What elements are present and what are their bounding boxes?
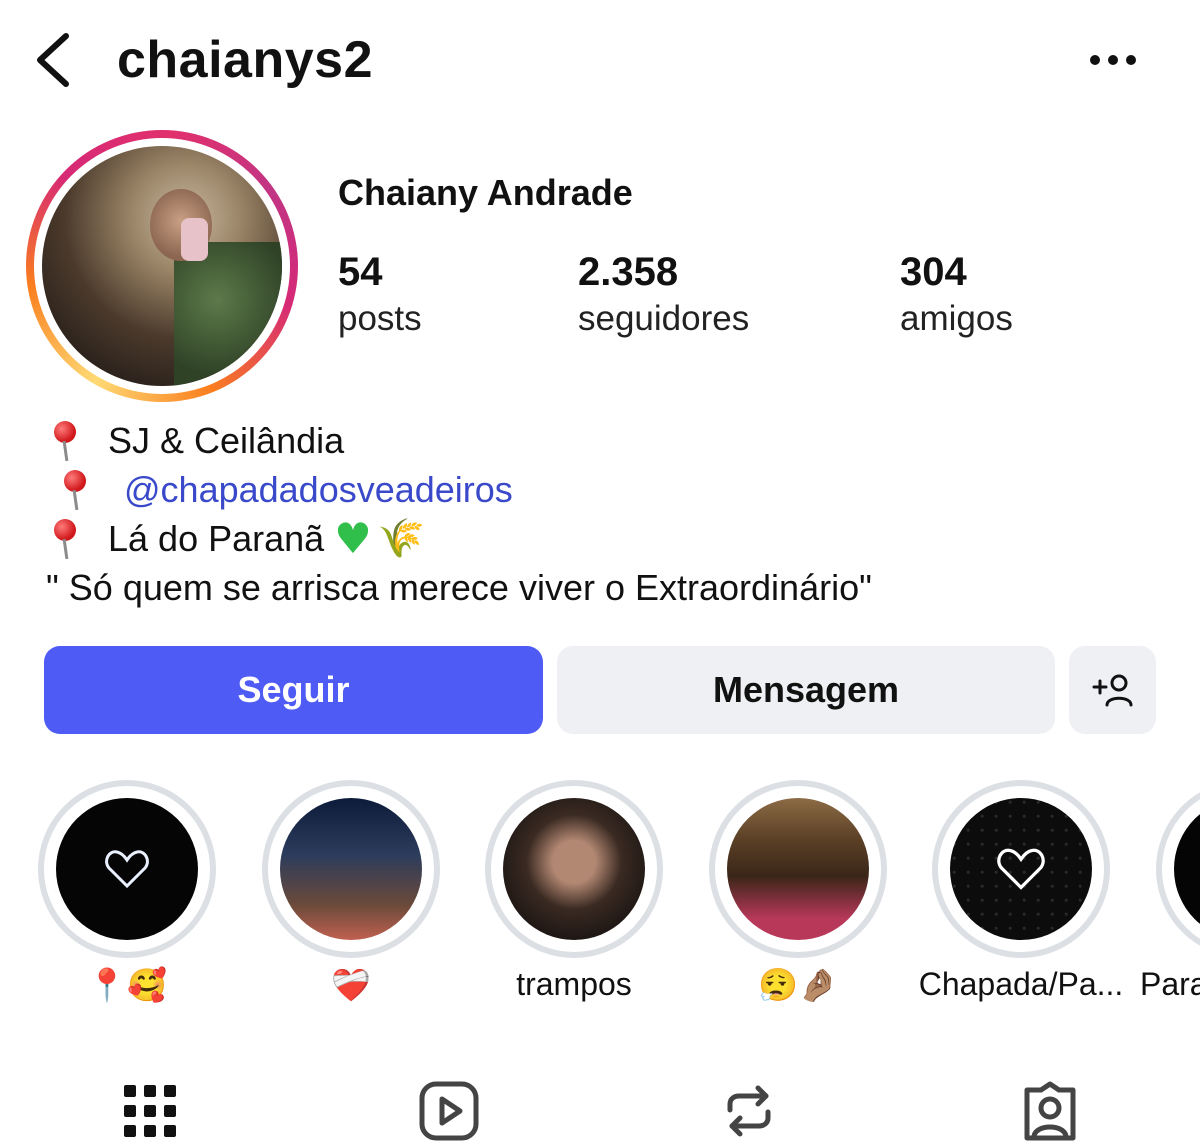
bio-line-quote: " Só quem se arrisca merece viver o Extr… [46, 563, 872, 612]
bio-quote-text: " Só quem se arrisca merece viver o Extr… [46, 567, 872, 608]
story-highlights: 📍🥰 ❤️‍🩹 trampos 😮‍💨🤌🏽 [0, 780, 1200, 1020]
highlight-item[interactable]: trampos [485, 780, 663, 1010]
friends-label: amigos [900, 299, 1013, 338]
rice-icon: 🌾 [377, 516, 426, 560]
pin-icon [46, 517, 84, 561]
posts-label: posts [338, 299, 422, 338]
more-options-button[interactable] [1085, 45, 1141, 75]
bio-line-origin: Lá do Paranã ♥ 🌾 [46, 514, 872, 563]
bio: SJ & Ceilândia @chapadadosveadeiros Lá d… [46, 416, 872, 612]
avatar-story-ring[interactable] [26, 130, 298, 402]
highlight-label: Chapada/Pa... [918, 966, 1124, 1002]
highlight-cover [56, 798, 198, 940]
followers-count: 2.358 [578, 250, 679, 294]
suggested-users-button[interactable] [1069, 646, 1156, 734]
highlight-cover [1174, 798, 1200, 940]
highlight-cover [280, 798, 422, 940]
chevron-left-icon [37, 33, 69, 87]
bio-mention-link[interactable]: @chapadadosveadeiros [124, 465, 513, 514]
avatar [42, 146, 282, 386]
stat-followers[interactable]: 2.358 seguidores [578, 250, 749, 339]
highlight-cover [503, 798, 645, 940]
tab-tagged[interactable] [1015, 1076, 1085, 1146]
profile-username: chaianys2 [117, 31, 373, 89]
highlight-item[interactable]: Chapada/Pa... [919, 780, 1123, 1010]
bio-origin-text: Lá do Paranã [108, 518, 325, 559]
highlight-cover [727, 798, 869, 940]
bio-location-text: SJ & Ceilândia [108, 420, 345, 461]
more-icon [1090, 55, 1136, 65]
stat-friends[interactable]: 304 amigos [900, 250, 1013, 339]
pin-icon [56, 468, 94, 512]
tab-posts-grid[interactable] [115, 1076, 185, 1146]
friends-count: 304 [900, 250, 967, 294]
highlight-label: Para [1140, 966, 1200, 1002]
repost-icon [727, 1085, 771, 1137]
highlight-label: 😮‍💨🤌🏽 [758, 966, 838, 1004]
follow-button[interactable]: Seguir [44, 646, 543, 734]
highlight-label: ❤️‍🩹 [331, 966, 371, 1004]
display-name: Chaiany Andrade [338, 172, 633, 213]
highlight-item[interactable]: 📍🥰 [38, 780, 216, 1010]
followers-label: seguidores [578, 299, 750, 338]
highlight-item[interactable]: 😮‍💨🤌🏽 [709, 780, 887, 1010]
stat-posts[interactable]: 54 posts [338, 250, 422, 339]
pin-icon [46, 419, 84, 463]
highlight-label: 📍🥰 [87, 966, 167, 1004]
reels-icon [419, 1081, 479, 1141]
highlight-cover [950, 798, 1092, 940]
tab-reposts[interactable] [714, 1076, 784, 1146]
heart-outline-icon [105, 850, 149, 889]
grid-icon [124, 1085, 176, 1137]
posts-count: 54 [338, 250, 383, 294]
green-heart-icon: ♥ [334, 514, 372, 563]
add-person-icon [1092, 674, 1132, 707]
tagged-person-icon [1024, 1081, 1076, 1141]
top-bar: chaianys2 [0, 0, 1200, 120]
bio-line-mention: @chapadadosveadeiros [46, 465, 872, 514]
message-button[interactable]: Mensagem [557, 646, 1055, 734]
highlight-label: trampos [516, 966, 632, 1002]
back-button[interactable] [30, 30, 80, 90]
highlight-item[interactable]: Para [1140, 780, 1200, 1010]
profile-tabs [0, 1070, 1200, 1146]
profile-page: chaianys2 Chaiany Andrade 54 posts 2.358… [0, 0, 1200, 1146]
highlight-item[interactable]: ❤️‍🩹 [262, 780, 440, 1010]
tab-reels[interactable] [414, 1076, 484, 1146]
heart-outline-icon [997, 848, 1045, 890]
bio-line-location: SJ & Ceilândia [46, 416, 872, 465]
